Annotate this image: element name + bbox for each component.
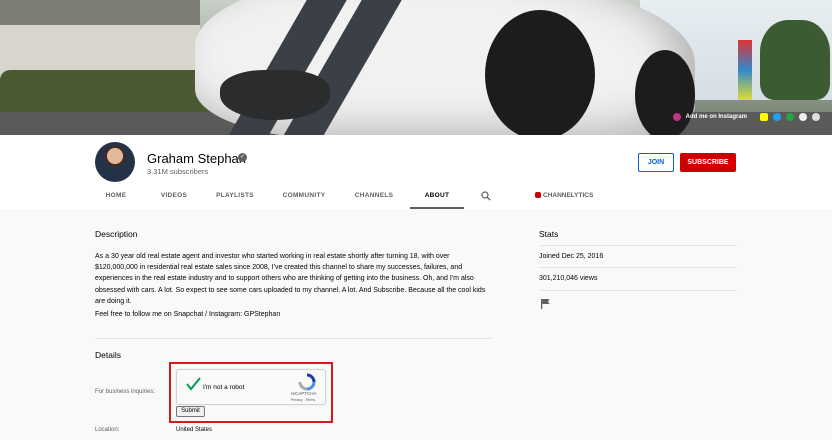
tab-about[interactable]: ABOUT (410, 187, 464, 209)
search-icon[interactable] (481, 191, 491, 201)
verified-icon: ✓ (238, 153, 247, 162)
subscribe-button[interactable]: SUBSCRIBE (680, 153, 736, 172)
car-wheel (635, 50, 695, 135)
location-label: Location: (95, 427, 120, 433)
snapchat-icon[interactable] (760, 113, 768, 121)
flag-icon[interactable] (541, 299, 550, 309)
link-icon[interactable] (786, 113, 794, 121)
description-title: Description (95, 229, 138, 239)
join-button[interactable]: JOIN (638, 153, 674, 172)
stats-title: Stats (539, 229, 559, 239)
car-grille (220, 70, 330, 120)
divider (539, 290, 737, 291)
channelytics-icon (535, 192, 541, 198)
link-icon[interactable] (773, 113, 781, 121)
submit-button[interactable]: Submit (176, 406, 205, 417)
business-inquiries-label: For business inquiries: (95, 389, 156, 395)
banner-tree (760, 20, 830, 100)
instagram-link[interactable]: Add me on Instagram (686, 114, 747, 120)
channel-banner: Add me on Instagram (0, 0, 832, 135)
recaptcha-logo-icon (298, 373, 316, 391)
avatar[interactable] (95, 142, 135, 182)
banner-hedge (0, 70, 220, 115)
banner-car (195, 0, 695, 135)
tab-channelytics[interactable]: CHANNELYTICS (535, 187, 593, 205)
instagram-icon[interactable] (672, 113, 681, 121)
recaptcha-brand: reCAPTCHA (291, 391, 317, 396)
car-wheel (485, 10, 595, 135)
link-icon[interactable] (799, 113, 807, 121)
recaptcha-links[interactable]: Privacy - Terms (291, 398, 315, 402)
details-title: Details (95, 350, 121, 360)
description-follow: Feel free to follow me on Snapchat / Ins… (95, 311, 281, 318)
channel-header: Graham Stephan ✓ 3.31M subscribers JOIN … (0, 135, 832, 209)
tab-playlists[interactable]: PLAYLISTS (211, 187, 259, 209)
tab-channels[interactable]: CHANNELS (351, 187, 397, 209)
recaptcha-widget[interactable]: I'm not a robot reCAPTCHA Privacy - Term… (176, 369, 326, 405)
channelytics-label: CHANNELYTICS (543, 192, 594, 199)
divider (539, 267, 737, 268)
link-icon[interactable] (812, 113, 820, 121)
banner-roof (0, 0, 200, 25)
banner-links: Add me on Instagram (672, 113, 820, 121)
checkmark-icon[interactable] (185, 376, 201, 392)
channel-tabs: HOME VIDEOS PLAYLISTS COMMUNITY CHANNELS… (95, 187, 735, 209)
captcha-label: I'm not a robot (203, 384, 245, 391)
divider (95, 338, 493, 339)
divider (539, 245, 737, 246)
description-body: As a 30 year old real estate agent and i… (95, 253, 486, 305)
subscriber-count: 3.31M subscribers (147, 167, 209, 176)
banner-flag (738, 40, 752, 100)
tab-home[interactable]: HOME (99, 187, 133, 209)
view-count: 301,210,046 views (539, 275, 598, 282)
channel-name: Graham Stephan (147, 151, 247, 166)
joined-date: Joined Dec 25, 2016 (539, 253, 604, 260)
tab-community[interactable]: COMMUNITY (278, 187, 330, 209)
tab-videos[interactable]: VIDEOS (156, 187, 192, 209)
location-value: United States (176, 427, 213, 433)
